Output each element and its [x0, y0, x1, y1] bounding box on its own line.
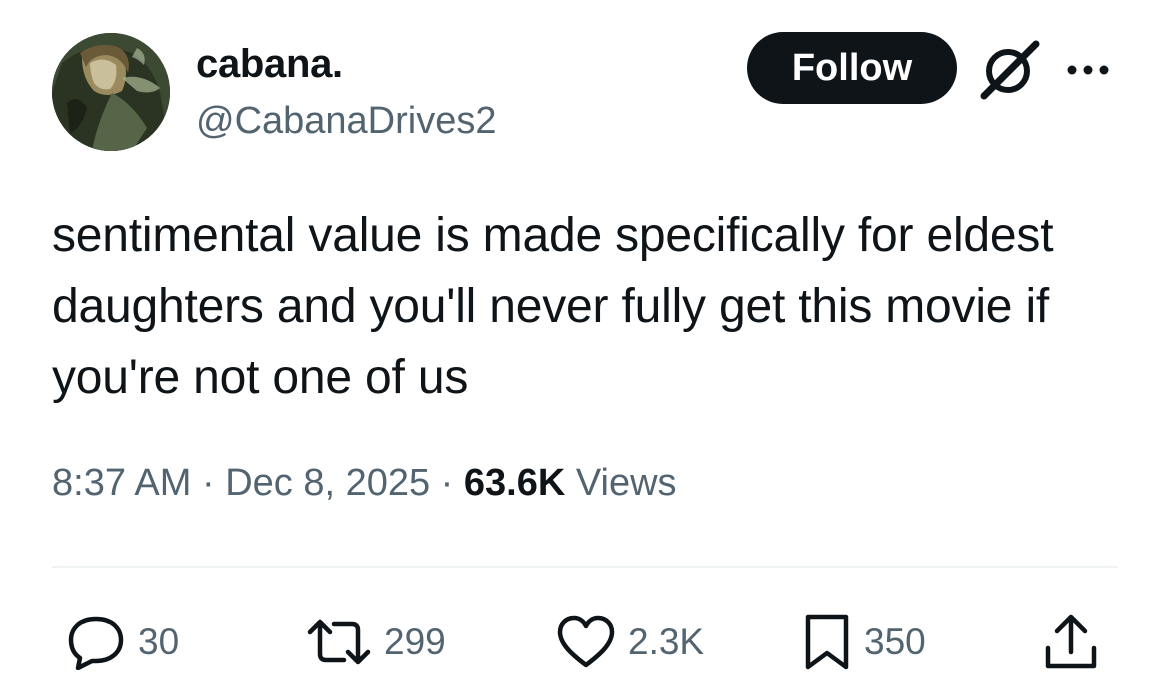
user-handle[interactable]: @CabanaDrives2: [196, 100, 497, 143]
retweet-button[interactable]: 299: [306, 612, 446, 672]
heart-icon: [557, 615, 615, 668]
bookmark-count: 350: [864, 621, 926, 662]
share-button[interactable]: [1042, 612, 1100, 672]
reply-icon: [68, 616, 124, 670]
tweet-text: sentimental value is made specifically f…: [52, 209, 1054, 404]
divider: [52, 566, 1118, 568]
like-button[interactable]: 2.3K: [556, 612, 704, 672]
anime-character-avatar-icon: [52, 33, 170, 151]
retweet-icon: [307, 619, 371, 665]
meta-separator: ·: [191, 462, 226, 504]
share-icon: [1045, 614, 1097, 669]
reply-count: 30: [138, 621, 180, 662]
bookmark-icon: [805, 614, 849, 670]
views-count[interactable]: 63.6K: [464, 462, 565, 504]
grok-icon[interactable]: [978, 40, 1040, 100]
tweet-date[interactable]: Dec 8, 2025: [225, 462, 430, 504]
meta-separator: ·: [430, 462, 464, 504]
follow-button[interactable]: Follow: [747, 32, 957, 104]
tweet-meta: 8:37 AM · Dec 8, 2025 · 63.6K Views: [52, 462, 677, 505]
views-label: Views: [565, 462, 677, 504]
tweet-time[interactable]: 8:37 AM: [52, 462, 191, 504]
like-count: 2.3K: [628, 621, 705, 662]
display-name[interactable]: cabana.: [196, 42, 343, 87]
bookmark-button[interactable]: 350: [802, 612, 926, 672]
reply-button[interactable]: 30: [66, 612, 179, 672]
retweet-count: 299: [384, 621, 446, 662]
avatar[interactable]: [52, 33, 170, 151]
more-icon[interactable]: [1064, 58, 1112, 82]
